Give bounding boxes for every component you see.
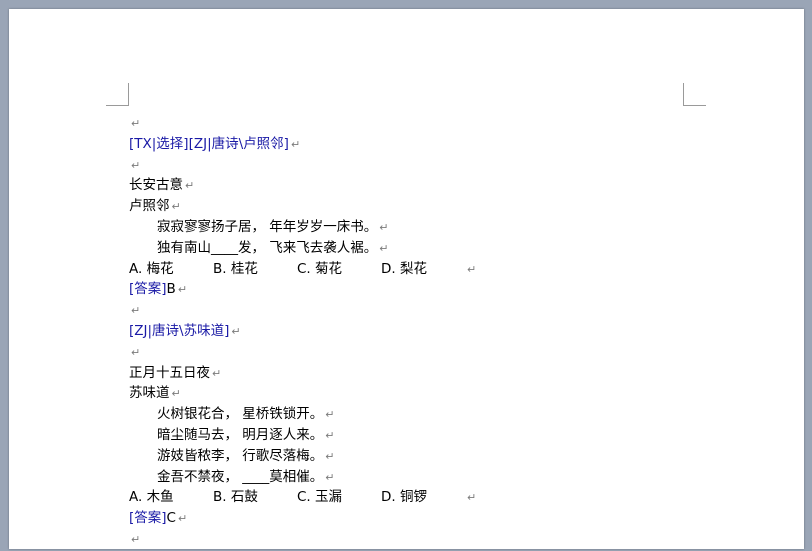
q1-tag: [TX|选择][ZJ|唐诗\卢照邻]	[129, 135, 289, 152]
q2-tag: [ZJ|唐诗\苏味道]	[129, 322, 230, 339]
q2-answer-line[interactable]: [答案]C ↵	[129, 508, 709, 529]
q1-tag-line[interactable]: [TX|选择][ZJ|唐诗\卢照邻] ↵	[129, 134, 709, 155]
paragraph-mark-icon: ↵	[131, 304, 141, 318]
paragraph-mark-icon: ↵	[325, 428, 335, 442]
q2-option-b: B. 石鼓	[213, 489, 258, 506]
paragraph-mark-icon: ↵	[131, 532, 141, 546]
paragraph-mark-icon: ↵	[290, 137, 301, 151]
paragraph-mark-icon: ↵	[231, 324, 241, 338]
q1-option-a: A. 梅花	[129, 260, 174, 277]
paragraph-mark-icon: ↵	[185, 179, 195, 193]
paragraph-mark-icon: ↵	[212, 366, 222, 380]
paragraph-mark-icon: ↵	[171, 387, 181, 401]
q2-poem-line[interactable]: 暗尘随马去， 明月逐人来。 ↵	[129, 425, 709, 446]
q2-poem-line[interactable]: 游妓皆秾李， 行歌尽落梅。 ↵	[129, 446, 709, 467]
paragraph-mark-icon: ↵	[467, 262, 477, 276]
q2-poem-title[interactable]: 正月十五日夜 ↵	[129, 363, 709, 384]
q1-option-b: B. 桂花	[213, 260, 258, 277]
q1-option-c: C. 菊花	[297, 260, 343, 277]
q1-poem-author[interactable]: 卢照邻 ↵	[129, 196, 709, 217]
q1-poem-line[interactable]: 独有南山____发， 飞来飞去袭人裾。 ↵	[129, 238, 709, 259]
q2-poem-line[interactable]: 金吾不禁夜， ____莫相催。 ↵	[129, 467, 709, 488]
q2-answer: C	[166, 510, 176, 527]
empty-paragraph[interactable]: ↵	[129, 342, 709, 363]
paragraph-mark-icon: ↵	[379, 241, 389, 255]
paragraph-mark-icon: ↵	[325, 408, 335, 422]
document-page[interactable]: ↵ [TX|选择][ZJ|唐诗\卢照邻] ↵ ↵ 长安古意 ↵ 卢照邻 ↵ 寂寂寥寥扬…	[9, 9, 804, 549]
q2-poem-author[interactable]: 苏味道 ↵	[129, 383, 709, 404]
q1-answer-tag: [答案]	[129, 281, 167, 298]
q1-answer-line[interactable]: [答案]B ↵	[129, 279, 709, 300]
q2-option-d: D. 铜锣	[381, 489, 427, 506]
paragraph-mark-icon: ↵	[131, 117, 141, 130]
q2-option-a: A. 木鱼	[129, 489, 174, 506]
empty-paragraph[interactable]: ↵	[129, 113, 709, 134]
paragraph-mark-icon: ↵	[171, 200, 181, 214]
paragraph-mark-icon: ↵	[177, 512, 188, 526]
q1-poem-title[interactable]: 长安古意 ↵	[129, 175, 709, 196]
paragraph-mark-icon: ↵	[467, 491, 477, 505]
q1-answer: B	[166, 281, 176, 298]
paragraph-mark-icon: ↵	[131, 345, 141, 359]
q2-options[interactable]: A. 木鱼 B. 石鼓 C. 玉漏 D. 铜锣 ↵	[129, 487, 709, 508]
paragraph-mark-icon: ↵	[325, 449, 335, 463]
q1-option-d: D. 梨花	[381, 260, 427, 277]
crop-mark-top-right	[683, 83, 706, 106]
q1-poem-line[interactable]: 寂寂寥寥扬子居， 年年岁岁一床书。 ↵	[129, 217, 709, 238]
paragraph-mark-icon: ↵	[177, 283, 188, 297]
q2-option-c: C. 玉漏	[297, 489, 343, 506]
paragraph-mark-icon: ↵	[131, 158, 141, 172]
q2-answer-tag: [答案]	[129, 510, 167, 527]
crop-mark-top-left	[106, 83, 129, 106]
q2-poem-line[interactable]: 火树银花合， 星桥铁锁开。 ↵	[129, 404, 709, 425]
paragraph-mark-icon: ↵	[325, 470, 335, 484]
q1-options[interactable]: A. 梅花 B. 桂花 C. 菊花 D. 梨花 ↵	[129, 259, 709, 280]
empty-paragraph[interactable]: ↵	[129, 155, 709, 176]
empty-paragraph[interactable]: ↵	[129, 529, 709, 550]
paragraph-mark-icon: ↵	[379, 220, 389, 234]
empty-paragraph[interactable]: ↵	[129, 300, 709, 321]
q2-tag-line[interactable]: [ZJ|唐诗\苏味道] ↵	[129, 321, 709, 342]
document-body[interactable]: ↵ [TX|选择][ZJ|唐诗\卢照邻] ↵ ↵ 长安古意 ↵ 卢照邻 ↵ 寂寂寥寥扬…	[129, 113, 709, 550]
